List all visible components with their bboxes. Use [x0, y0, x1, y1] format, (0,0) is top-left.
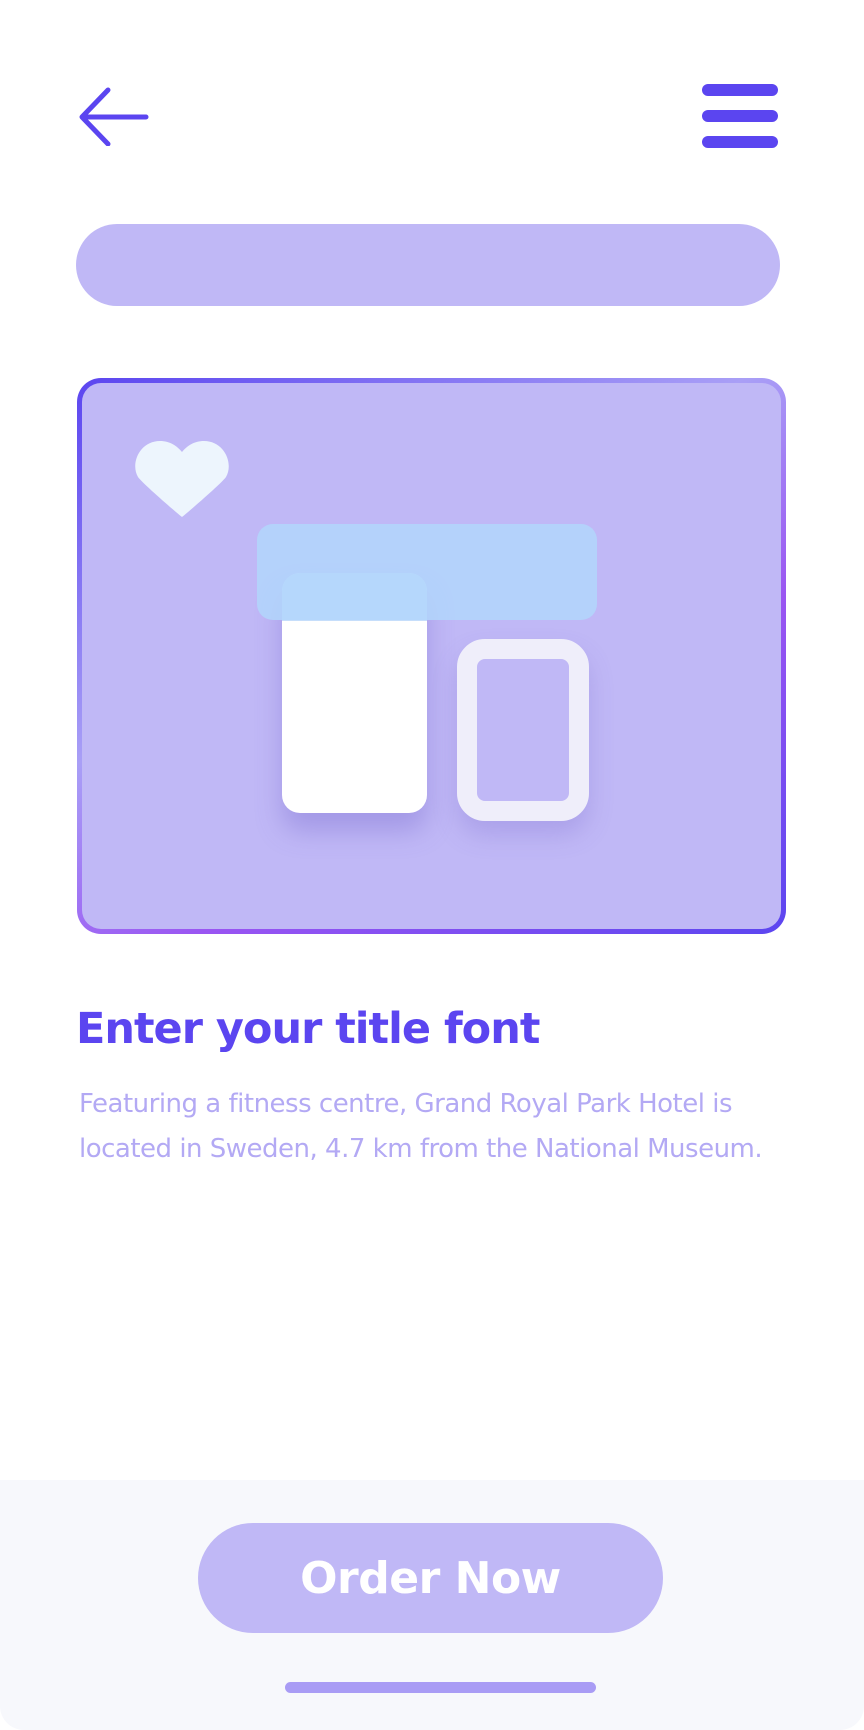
home-indicator[interactable] — [285, 1682, 596, 1693]
arrow-left-icon — [79, 87, 149, 147]
content-title: Enter your title font — [76, 1004, 540, 1054]
app-screen: Enter your title font Featuring a fitnes… — [0, 0, 864, 1730]
menu-line-top — [702, 84, 778, 96]
order-now-button[interactable]: Order Now — [198, 1523, 663, 1633]
feature-card-body — [82, 383, 781, 929]
back-button[interactable] — [78, 86, 150, 147]
menu-line-bottom — [702, 136, 778, 148]
illustration-phone-outline — [457, 639, 589, 821]
content-description: Featuring a fitness centre, Grand Royal … — [79, 1089, 763, 1164]
feature-card[interactable] — [77, 378, 786, 934]
menu-line-middle — [702, 110, 778, 122]
search-input[interactable] — [76, 224, 780, 306]
layout-illustration — [82, 383, 781, 929]
illustration-banner — [257, 524, 597, 620]
menu-button[interactable] — [702, 84, 778, 148]
